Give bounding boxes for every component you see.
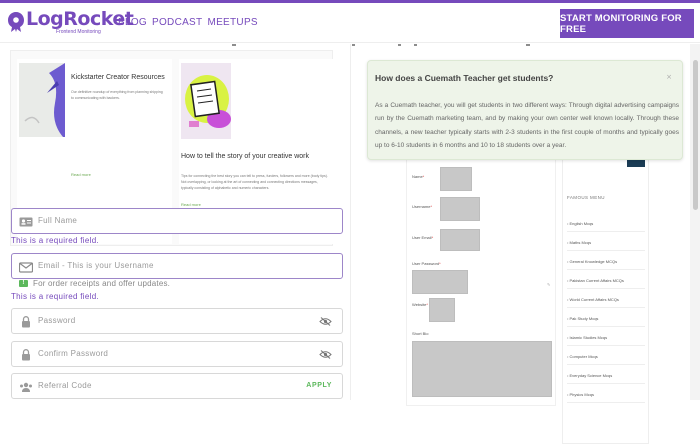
sidebar-menu-item[interactable]: Maths Mcqs xyxy=(567,240,645,251)
embed-label-website: Website* xyxy=(412,302,428,307)
embed-label-email: User Email* xyxy=(412,235,434,240)
sidebar-menu-item[interactable]: Computer Mcqs xyxy=(567,354,645,365)
start-monitoring-button[interactable]: START MONITORING FOR FREE xyxy=(560,9,694,38)
card-description: Our definitive roundup of everything fro… xyxy=(71,90,163,100)
eye-slash-icon[interactable] xyxy=(319,317,332,326)
brand-tagline: Frontend Monitoring xyxy=(56,29,101,35)
users-icon xyxy=(20,382,32,392)
logrocket-logo[interactable]: LogRocket Frontend Monitoring xyxy=(6,8,134,38)
faq-answer: As a Cuemath teacher, you will get stude… xyxy=(375,102,679,150)
scrollbar-thumb[interactable] xyxy=(693,60,698,210)
full-name-field[interactable]: Full Name xyxy=(11,208,343,234)
apply-button[interactable]: APPLY xyxy=(306,382,332,389)
embed-label-password: User Password* xyxy=(412,261,441,266)
embed-label-bio: Short Bio xyxy=(412,331,429,336)
clipped-text-fragment xyxy=(398,44,401,46)
embedded-registration-form: Name* Username* User Email* User Passwor… xyxy=(406,156,556,406)
email-placeholder: Email - This is your Username xyxy=(38,261,154,270)
card-title[interactable]: How to tell the story of your creative w… xyxy=(181,152,331,161)
rocket-logo-icon xyxy=(8,12,24,32)
illustration-icon xyxy=(19,63,65,137)
full-name-error: This is a required field. xyxy=(11,236,99,245)
referral-code-placeholder: Referral Code xyxy=(38,381,92,390)
sidebar-menu-title: FAMOUS MENU xyxy=(567,195,605,200)
password-placeholder: Password xyxy=(38,316,76,325)
nav-link-blog[interactable]: BLOG xyxy=(118,17,147,28)
email-field[interactable]: Email - This is your Username xyxy=(11,253,343,279)
full-name-placeholder: Full Name xyxy=(38,216,78,225)
lock-icon xyxy=(22,316,30,328)
referral-code-field[interactable]: Referral Code APPLY xyxy=(11,373,343,399)
clipped-text-fragment xyxy=(352,44,355,46)
embed-bio-textarea[interactable] xyxy=(412,341,552,397)
embed-label-name: Name* xyxy=(412,174,425,179)
card-thumbnail xyxy=(181,63,231,139)
envelope-icon xyxy=(19,262,33,273)
faq-question: How does a Cuemath Teacher get students? xyxy=(375,73,554,83)
embed-username-input[interactable] xyxy=(440,197,480,221)
info-badge-icon: ! xyxy=(19,280,28,287)
sidebar-menu-item[interactable]: Pak Study Mcqs xyxy=(567,316,645,327)
left-panel: Kickstarter Creator Resources Our defini… xyxy=(0,44,350,400)
embed-password-toggle[interactable]: ✎ xyxy=(547,282,550,287)
confirm-password-field[interactable]: Confirm Password xyxy=(11,341,343,367)
clipped-text-fragment xyxy=(526,44,530,46)
document-illustration-icon xyxy=(181,63,231,139)
lock-icon xyxy=(22,349,30,361)
password-field[interactable]: Password xyxy=(11,308,343,334)
confirm-password-placeholder: Confirm Password xyxy=(38,349,109,358)
embed-name-input[interactable] xyxy=(440,167,472,191)
card-description: Tips for connecting the best story you c… xyxy=(181,174,328,190)
sidebar-menu-item[interactable]: Pakistan Current Affairs MCQs xyxy=(567,278,645,289)
embed-label-username: Username* xyxy=(412,204,433,209)
embed-password-input[interactable] xyxy=(412,270,468,294)
card-title[interactable]: Kickstarter Creator Resources xyxy=(71,73,167,82)
read-more-link[interactable]: Read more xyxy=(71,172,91,177)
nav-links: BLOG PODCAST MEETUPS xyxy=(118,17,258,28)
sidebar-menu-item[interactable]: Islamic Studies Mcqs xyxy=(567,335,645,346)
clipped-text-fragment xyxy=(414,44,417,46)
email-hint: ! For order receipts and offer updates. xyxy=(19,279,170,288)
clipped-text-fragment xyxy=(232,44,236,46)
sidebar-menu-item[interactable]: World Current Affairs MCQs xyxy=(567,297,645,308)
embed-email-input[interactable] xyxy=(440,229,480,251)
card-thumbnail xyxy=(19,63,65,137)
sidebar-menu-item[interactable]: Physics Mcqs xyxy=(567,392,645,403)
nav-link-podcast[interactable]: PODCAST xyxy=(152,17,202,28)
eye-slash-icon[interactable] xyxy=(319,350,332,359)
id-card-icon xyxy=(19,217,33,227)
faq-card: How does a Cuemath Teacher get students?… xyxy=(367,60,683,160)
sidebar-menu-item[interactable]: English Mcqs xyxy=(567,221,645,232)
right-panel: Name* Username* User Email* User Passwor… xyxy=(351,44,700,444)
embed-website-input[interactable] xyxy=(429,298,455,322)
email-error: This is a required field. xyxy=(11,292,99,301)
sidebar-menu-item[interactable]: Everyday Science Mcqs xyxy=(567,373,645,384)
email-hint-text: For order receipts and offer updates. xyxy=(33,279,171,288)
close-icon[interactable]: × xyxy=(666,73,672,81)
top-navbar: LogRocket Frontend Monitoring BLOG PODCA… xyxy=(0,3,700,43)
read-more-link[interactable]: Read more xyxy=(181,202,201,207)
nav-link-meetups[interactable]: MEETUPS xyxy=(207,17,257,28)
sidebar-menu-item[interactable]: General Knowledge MCQs xyxy=(567,259,645,270)
